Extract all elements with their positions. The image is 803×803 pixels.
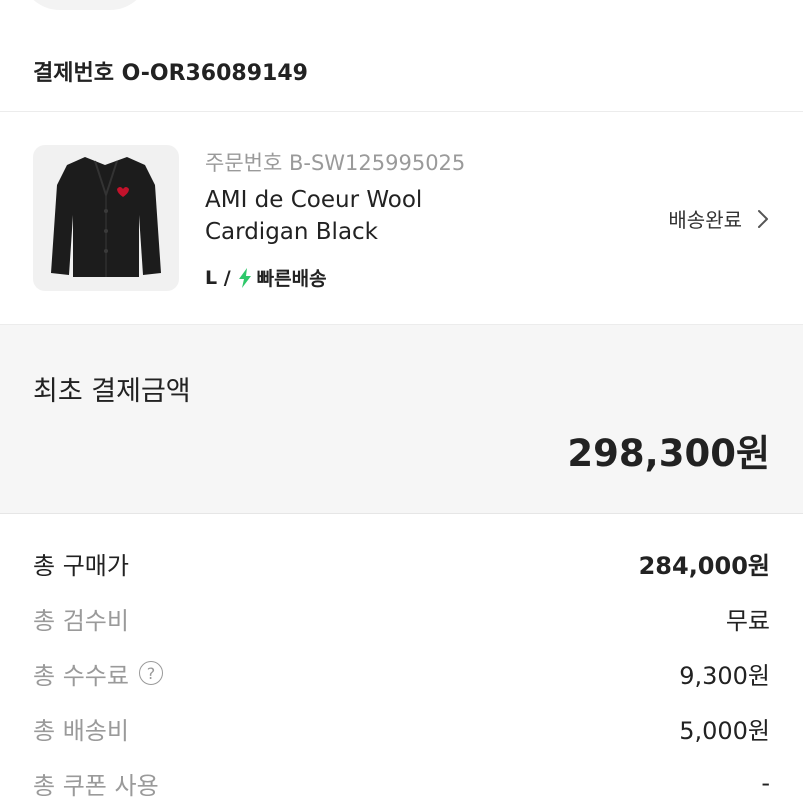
initial-payment-section: 최초 결제금액 298,300원 (0, 325, 803, 514)
inspection-fee-label: 총 검수비 (33, 606, 129, 635)
initial-payment-label: 최초 결제금액 (33, 376, 191, 407)
coupon-usage-label: 총 쿠폰 사용 (33, 771, 159, 800)
product-option: L / 빠른배송 (205, 264, 327, 291)
commission-fee-row: 총 수수료 ? 9,300원 (33, 653, 770, 693)
product-order-card[interactable]: 주문번호 B-SW125995025 AMI de Coeur Wool Car… (0, 112, 803, 325)
delivery-status-label: 배송완료 (668, 208, 742, 232)
inspection-fee-row: 총 검수비 무료 (33, 598, 770, 638)
help-icon[interactable]: ? (138, 661, 163, 685)
commission-fee-label: 총 수수료 (33, 661, 129, 690)
payment-number: 결제번호 O-OR36089149 (33, 61, 308, 86)
shipping-fee-label: 총 배송비 (33, 716, 129, 745)
chevron-right-icon (758, 209, 768, 228)
order-number: 주문번호 B-SW125995025 (205, 151, 466, 175)
commission-fee-value: 9,300원 (679, 661, 770, 690)
size-label: L / (205, 266, 231, 289)
product-thumbnail (33, 145, 179, 291)
shipping-fee-row: 총 배송비 5,000원 (33, 708, 770, 748)
coupon-usage-row: 총 쿠폰 사용 - (33, 763, 770, 803)
product-name: AMI de Coeur Wool Cardigan Black (205, 187, 423, 245)
shipping-fee-value: 5,000원 (679, 716, 770, 745)
total-purchase-label: 총 구매가 (33, 551, 129, 580)
initial-payment-amount: 298,300원 (567, 432, 770, 475)
cardigan-image (51, 157, 161, 277)
total-purchase-value: 284,000원 (638, 551, 770, 580)
shipping-type-label: 빠른배송 (256, 268, 327, 290)
inspection-fee-value: 무료 (725, 606, 770, 635)
payment-number-header: 결제번호 O-OR36089149 (0, 0, 803, 112)
total-purchase-row: 총 구매가 284,000원 (33, 543, 770, 583)
delivery-status[interactable]: 배송완료 (668, 204, 770, 233)
lightning-bolt-icon (238, 267, 251, 288)
coupon-usage-value: - (761, 769, 770, 797)
